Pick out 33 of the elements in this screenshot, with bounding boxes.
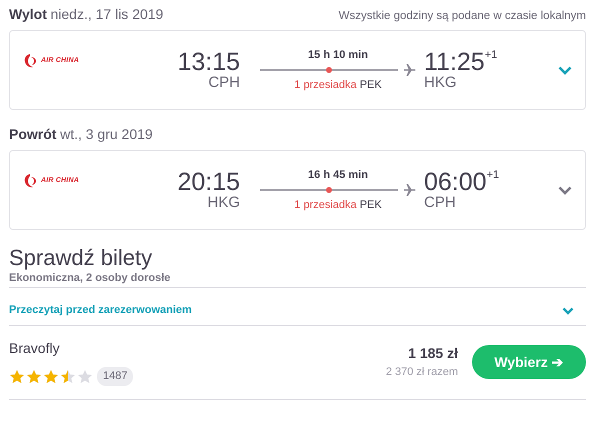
- provider-name: Bravofly: [9, 339, 61, 358]
- arrival-airport: HKG: [424, 75, 458, 91]
- departure-airport: HKG: [206, 195, 240, 211]
- stops-text: 1 przesiadka PEK: [293, 78, 383, 93]
- star-icon: [78, 370, 92, 383]
- star-icon: [10, 370, 24, 383]
- departure-time: 13:15: [176, 49, 240, 76]
- leg-date: wt., 3 gru 2019: [60, 126, 153, 142]
- arrival-time: 11:25$^{+1}$: [424, 49, 498, 76]
- airplane-icon: [404, 184, 416, 196]
- stops-text: 1 przesiadka PEK: [293, 198, 383, 213]
- review-count: 1487: [97, 367, 134, 386]
- arrival-airport: CPH: [424, 195, 457, 211]
- arrival-time: 06:00$^{+1}$: [424, 169, 500, 196]
- airplane-icon: [404, 64, 416, 76]
- leg-label: Wylot: [9, 6, 47, 22]
- total-price: 2 370 zł razem: [386, 365, 458, 380]
- star-icon: [61, 370, 75, 383]
- flight-duration: 15 h 10 min: [307, 48, 369, 62]
- section-title: Sprawdź bilety: [9, 246, 154, 270]
- star-icon: [27, 370, 41, 383]
- fare-subtitle: Ekonomiczna, 2 osoby dorosłe: [9, 271, 172, 286]
- flight-duration: 16 h 45 min: [307, 168, 369, 182]
- leg-date: niedz., 17 lis 2019: [50, 6, 164, 22]
- star-icon: [44, 370, 58, 383]
- chevron-down-icon[interactable]: [558, 186, 572, 196]
- departure-time: 20:15: [176, 169, 240, 196]
- departure-airport: CPH: [207, 75, 240, 91]
- chevron-down-icon[interactable]: [558, 66, 572, 76]
- timezone-note: Wszystkie godziny są podane w czasie lokalnym: [338, 9, 586, 24]
- chevron-down-icon[interactable]: [562, 307, 574, 315]
- leg-label: Powrót: [9, 126, 56, 142]
- price: 1 185 zł: [407, 344, 458, 364]
